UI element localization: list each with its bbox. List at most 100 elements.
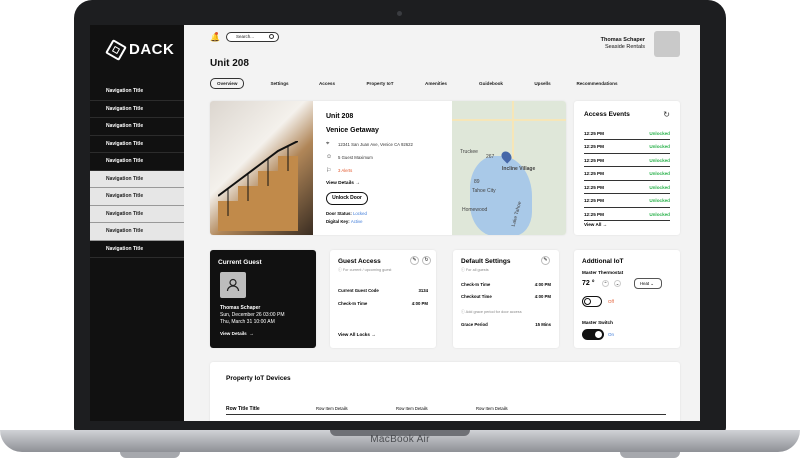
list-item[interactable]: 12:25 PM Unlocked bbox=[584, 127, 670, 140]
tab-overview[interactable]: Overview bbox=[210, 78, 244, 89]
view-details-link[interactable]: View Details → bbox=[326, 181, 360, 186]
refresh-icon[interactable]: ↻ bbox=[663, 110, 670, 119]
list-item[interactable]: 12:25 PM Unlocked bbox=[584, 181, 670, 194]
door-status-value: Locked bbox=[353, 211, 367, 216]
guest-checkin-label: Check-In Time bbox=[338, 301, 368, 306]
additional-iot-card: Addtional IoT Master Thermostat 72 ° ⌃ ⌄… bbox=[574, 250, 680, 348]
event-status: Unlocked bbox=[649, 198, 670, 203]
event-time: 12:25 PM bbox=[584, 130, 604, 136]
tab-amenities[interactable]: Amenities bbox=[415, 78, 457, 89]
app-screen: DACK Navigation Title Navigation Title Nav… bbox=[90, 25, 700, 421]
edit-icon[interactable]: ✎ bbox=[541, 256, 550, 265]
event-status: Unlocked bbox=[649, 144, 670, 149]
list-item[interactable]: 12:25 PM Unlocked bbox=[584, 168, 670, 181]
default-checkin-label: Check-In Time bbox=[461, 282, 491, 287]
map-label: Truckee bbox=[460, 149, 478, 155]
unit-title: Unit 208 bbox=[326, 113, 354, 120]
tab-recommendations[interactable]: Recommendations bbox=[572, 78, 622, 89]
event-status: Unlocked bbox=[649, 211, 670, 217]
event-time: 12:25 PM bbox=[584, 198, 604, 203]
tab-property-iot[interactable]: Property IoT bbox=[357, 78, 403, 89]
guests-text: 5 Guest Maximum bbox=[338, 154, 373, 160]
guest-checkin-row: Check-In Time 4:00 PM bbox=[338, 301, 428, 306]
unlock-door-button[interactable]: Unlock Door bbox=[326, 192, 368, 205]
row-cell: Row Item Details bbox=[396, 406, 428, 411]
tab-access[interactable]: Access bbox=[309, 78, 345, 89]
map-label: Incline Village bbox=[502, 166, 536, 172]
alerts-line[interactable]: ⚐ 3 Alerts bbox=[326, 167, 352, 174]
guest-view-details-link[interactable]: View Details → bbox=[220, 331, 254, 336]
sidebar-item[interactable]: Navigation Title bbox=[90, 223, 184, 241]
avatar[interactable] bbox=[654, 31, 680, 57]
sidebar-item[interactable]: Navigation Title bbox=[90, 153, 184, 171]
access-events-title: Access Events bbox=[584, 111, 630, 118]
guest-access-note: ⓘ For current / upcoming guest bbox=[338, 268, 392, 272]
sidebar-item[interactable]: Navigation Title bbox=[90, 170, 184, 188]
sidebar-item[interactable]: Navigation Title bbox=[90, 241, 184, 258]
grace-note-text: Add grace period for door access bbox=[465, 310, 522, 314]
chevron-up-icon[interactable]: ⌃ bbox=[602, 280, 609, 287]
edit-icon[interactable]: ✎ bbox=[410, 256, 419, 265]
view-all-locks-link[interactable]: View All Locks → bbox=[338, 332, 376, 337]
default-settings-note-text: For all guests bbox=[465, 268, 489, 272]
dack-logo-icon bbox=[105, 38, 127, 61]
brand-name: DACK bbox=[129, 41, 175, 58]
sidebar-item[interactable]: Navigation Title bbox=[90, 83, 184, 101]
default-checkin-row: Check-In Time 4:00 PM bbox=[461, 282, 551, 287]
grace-label: Grace Period bbox=[461, 322, 488, 327]
map-label: 267 bbox=[486, 154, 495, 160]
sidebar-item[interactable]: Navigation Title bbox=[90, 136, 184, 153]
search-placeholder: Search... bbox=[236, 34, 255, 39]
refresh-icon[interactable]: ↻ bbox=[422, 256, 431, 265]
event-status: Unlocked bbox=[649, 130, 670, 136]
property-map[interactable]: Truckee Incline Village Tahoe City Homew… bbox=[452, 101, 566, 235]
sidebar-item[interactable]: Navigation Title bbox=[90, 101, 184, 118]
table-row[interactable]: Row Title Title Row Item Details Row Ite… bbox=[226, 403, 666, 415]
search-input[interactable]: Search... bbox=[226, 32, 279, 42]
camera-icon bbox=[397, 11, 402, 16]
view-details-label: View Details bbox=[326, 181, 354, 186]
guest-access-title: Guest Access bbox=[338, 258, 381, 265]
list-item[interactable]: 12:25 PM Unlocked bbox=[584, 195, 670, 208]
sidebar-item[interactable]: Navigation Title bbox=[90, 188, 184, 206]
sidebar-item[interactable]: Navigation Title bbox=[90, 118, 184, 136]
chevron-down-icon[interactable]: ⌄ bbox=[614, 280, 621, 287]
event-status: Unlocked bbox=[649, 171, 670, 176]
mode-select[interactable]: Heat ⌄ bbox=[634, 278, 662, 289]
list-item[interactable]: 12:25 PM Unlocked bbox=[584, 208, 670, 221]
digital-key-label: Digital Key: bbox=[326, 219, 350, 224]
default-settings-card: Default Settings ✎ ⓘ For all guests Chec… bbox=[453, 250, 559, 348]
default-checkout-label: Checkout Time bbox=[461, 294, 492, 299]
guest-code-row: Current Guest Code 3134 bbox=[338, 288, 428, 293]
notification-dot bbox=[215, 32, 218, 35]
default-checkout-value: 4:00 PM bbox=[534, 294, 551, 299]
event-status: Unlocked bbox=[649, 184, 670, 190]
tab-upsells[interactable]: Upsells bbox=[525, 78, 560, 89]
alerts-text: 3 Alerts bbox=[338, 168, 353, 173]
tab-guidebook[interactable]: Guidebook bbox=[469, 78, 513, 89]
top-bar: 🔔 Search... Thomas Schaper Seaside Renta… bbox=[184, 25, 700, 59]
list-item[interactable]: 12:25 PM Unlocked bbox=[584, 141, 670, 154]
view-all-locks-label: View All Locks bbox=[338, 332, 370, 337]
current-guest-title: Current Guest bbox=[218, 259, 262, 266]
user-icon bbox=[220, 272, 246, 298]
default-checkin-value: 4:00 PM bbox=[534, 282, 551, 287]
guest-name: Thomas Schaper bbox=[220, 305, 261, 311]
guest-checkin: Sun, December 26 03:00 PM bbox=[220, 312, 285, 318]
guests-line: ☺ 5 Guest Maximum bbox=[326, 154, 373, 160]
map-road bbox=[452, 119, 566, 121]
list-item[interactable]: 12:25 PM Unlocked bbox=[584, 154, 670, 167]
view-all-link[interactable]: View All → bbox=[584, 222, 607, 227]
grace-note: ⓘ Add grace period for door access bbox=[461, 310, 522, 314]
brand-logo[interactable]: DACK bbox=[105, 38, 175, 61]
door-status-label: Door Status: bbox=[326, 211, 352, 216]
tab-bar: Overview Settings Access Property IoT Amenit… bbox=[210, 78, 634, 89]
tab-settings[interactable]: Settings bbox=[262, 78, 297, 89]
thermostat-toggle[interactable] bbox=[582, 296, 602, 307]
event-time: 12:25 PM bbox=[584, 211, 604, 217]
sidebar-item[interactable]: Navigation Title bbox=[90, 205, 184, 223]
guest-checkin-value: 4:00 PM bbox=[411, 301, 428, 306]
map-label: Tahoe City bbox=[472, 188, 496, 194]
master-switch-toggle[interactable] bbox=[582, 329, 604, 340]
arrow-right-icon: → bbox=[249, 331, 254, 336]
